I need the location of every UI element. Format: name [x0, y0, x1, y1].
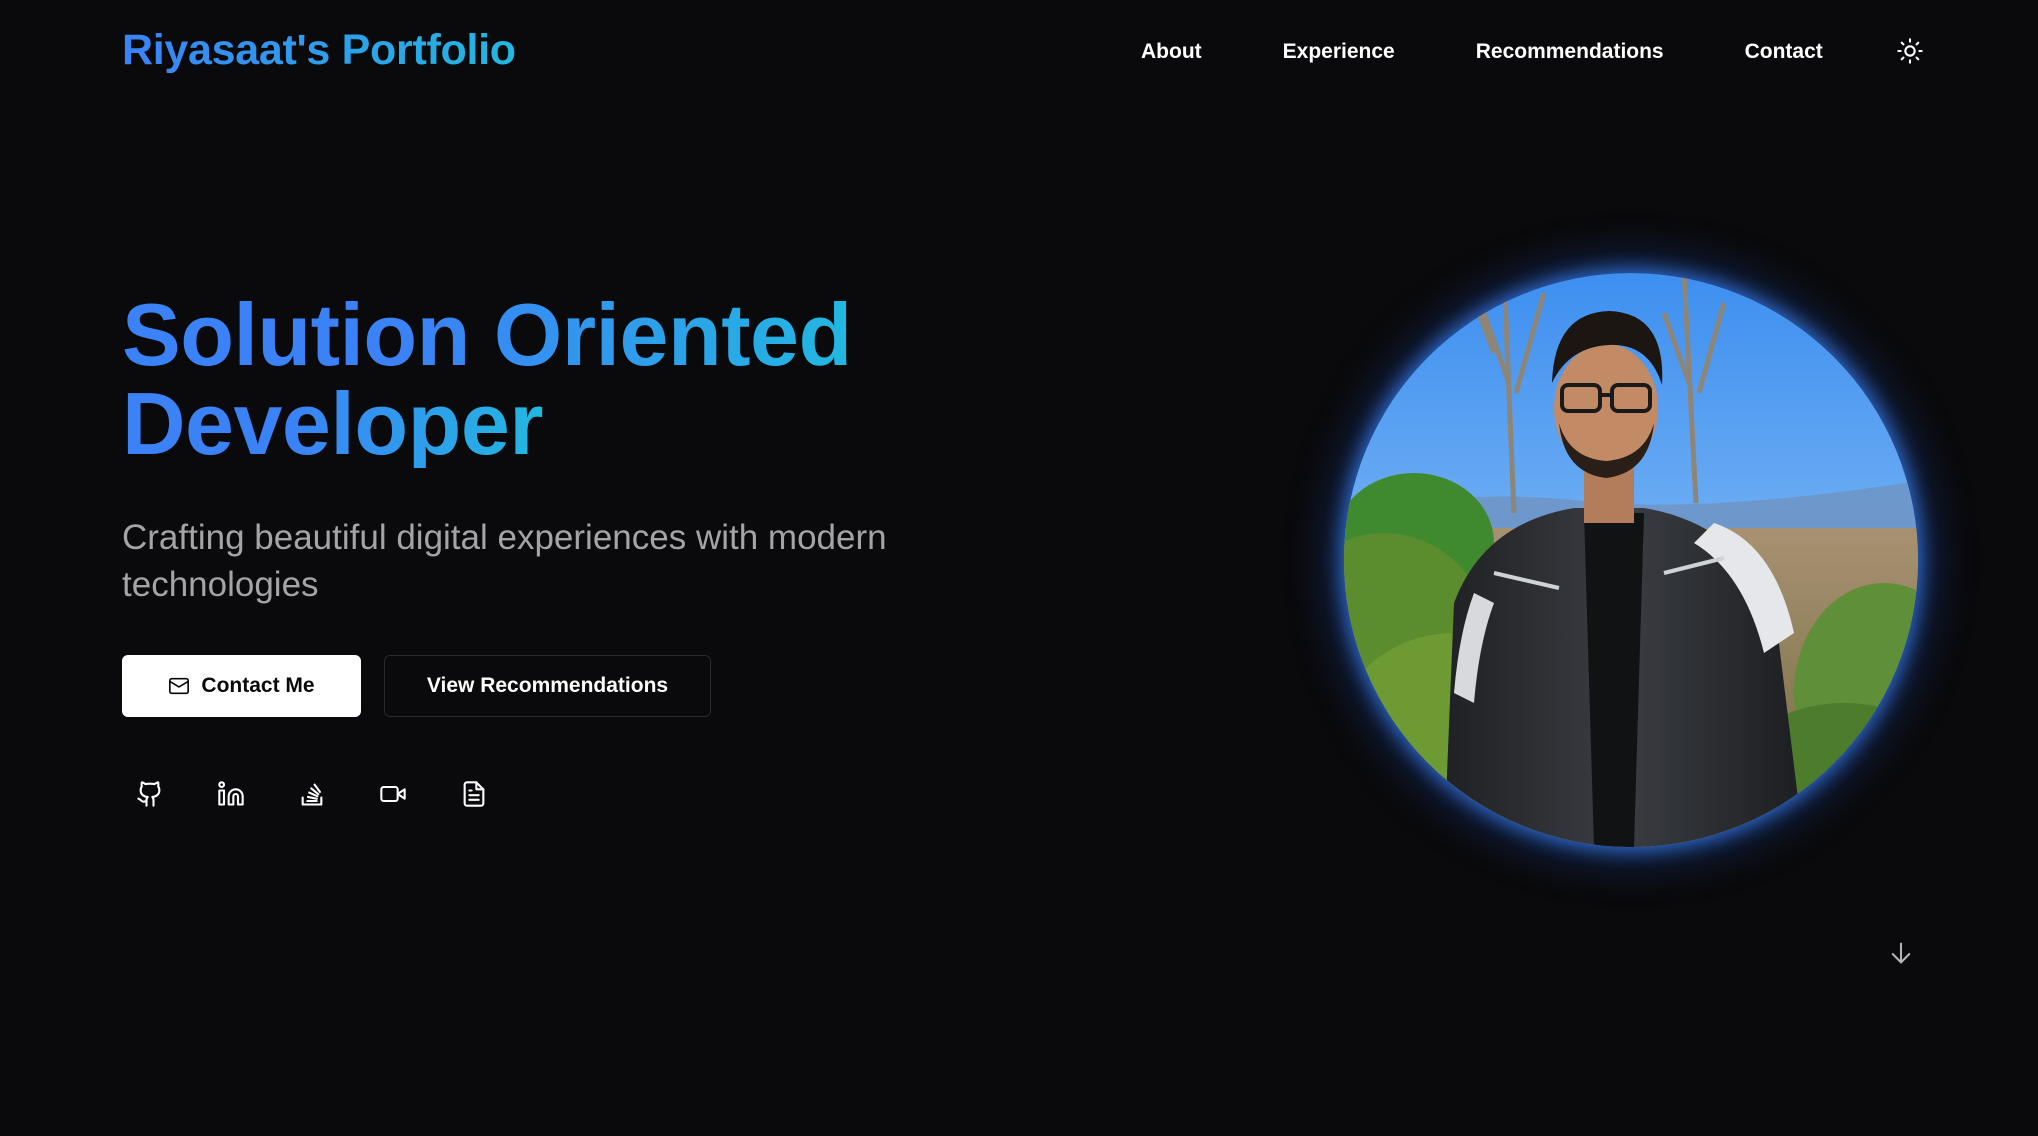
hero-title-line-2: Developer [122, 374, 544, 473]
mail-icon [168, 675, 190, 697]
linkedin-link[interactable] [214, 777, 248, 811]
hero-title-line-1: Solution Oriented [122, 285, 852, 384]
video-link[interactable] [376, 777, 410, 811]
social-links [133, 777, 538, 811]
brand-logo[interactable]: Riyasaat's Portfolio [122, 26, 516, 75]
nav-link-recommendations[interactable]: Recommendations [1476, 40, 1664, 64]
hero-actions: Contact Me View Recommendations [122, 655, 711, 717]
github-icon [137, 781, 161, 807]
contact-me-label: Contact Me [201, 674, 315, 697]
resume-link[interactable] [457, 777, 491, 811]
arrow-down-icon [1891, 942, 1911, 964]
stackoverflow-icon [301, 783, 323, 806]
profile-photo [1344, 273, 1918, 847]
contact-me-button[interactable]: Contact Me [122, 655, 361, 717]
nav-link-contact[interactable]: Contact [1745, 40, 1823, 64]
view-recommendations-button[interactable]: View Recommendations [384, 655, 711, 717]
view-recommendations-label: View Recommendations [426, 674, 669, 697]
github-link[interactable] [133, 777, 167, 811]
nav-link-experience[interactable]: Experience [1283, 40, 1395, 64]
hero-title: Solution Oriented Developer [122, 290, 852, 468]
stackoverflow-link[interactable] [295, 777, 329, 811]
video-icon [380, 785, 406, 803]
nav-link-about[interactable]: About [1141, 40, 1202, 64]
document-icon [463, 781, 485, 807]
portfolio-page: Riyasaat's Portfolio About Experience Re… [0, 0, 2038, 1136]
main-nav: About Experience Recommendations Contact [1141, 38, 1925, 66]
theme-toggle-button[interactable] [1895, 36, 1925, 66]
linkedin-icon [218, 781, 244, 806]
sun-icon [1897, 38, 1923, 64]
hero-subtitle: Crafting beautiful digital experiences w… [122, 518, 887, 604]
site-header: Riyasaat's Portfolio About Experience Re… [0, 0, 2038, 108]
scroll-down-button[interactable] [1886, 938, 1916, 968]
